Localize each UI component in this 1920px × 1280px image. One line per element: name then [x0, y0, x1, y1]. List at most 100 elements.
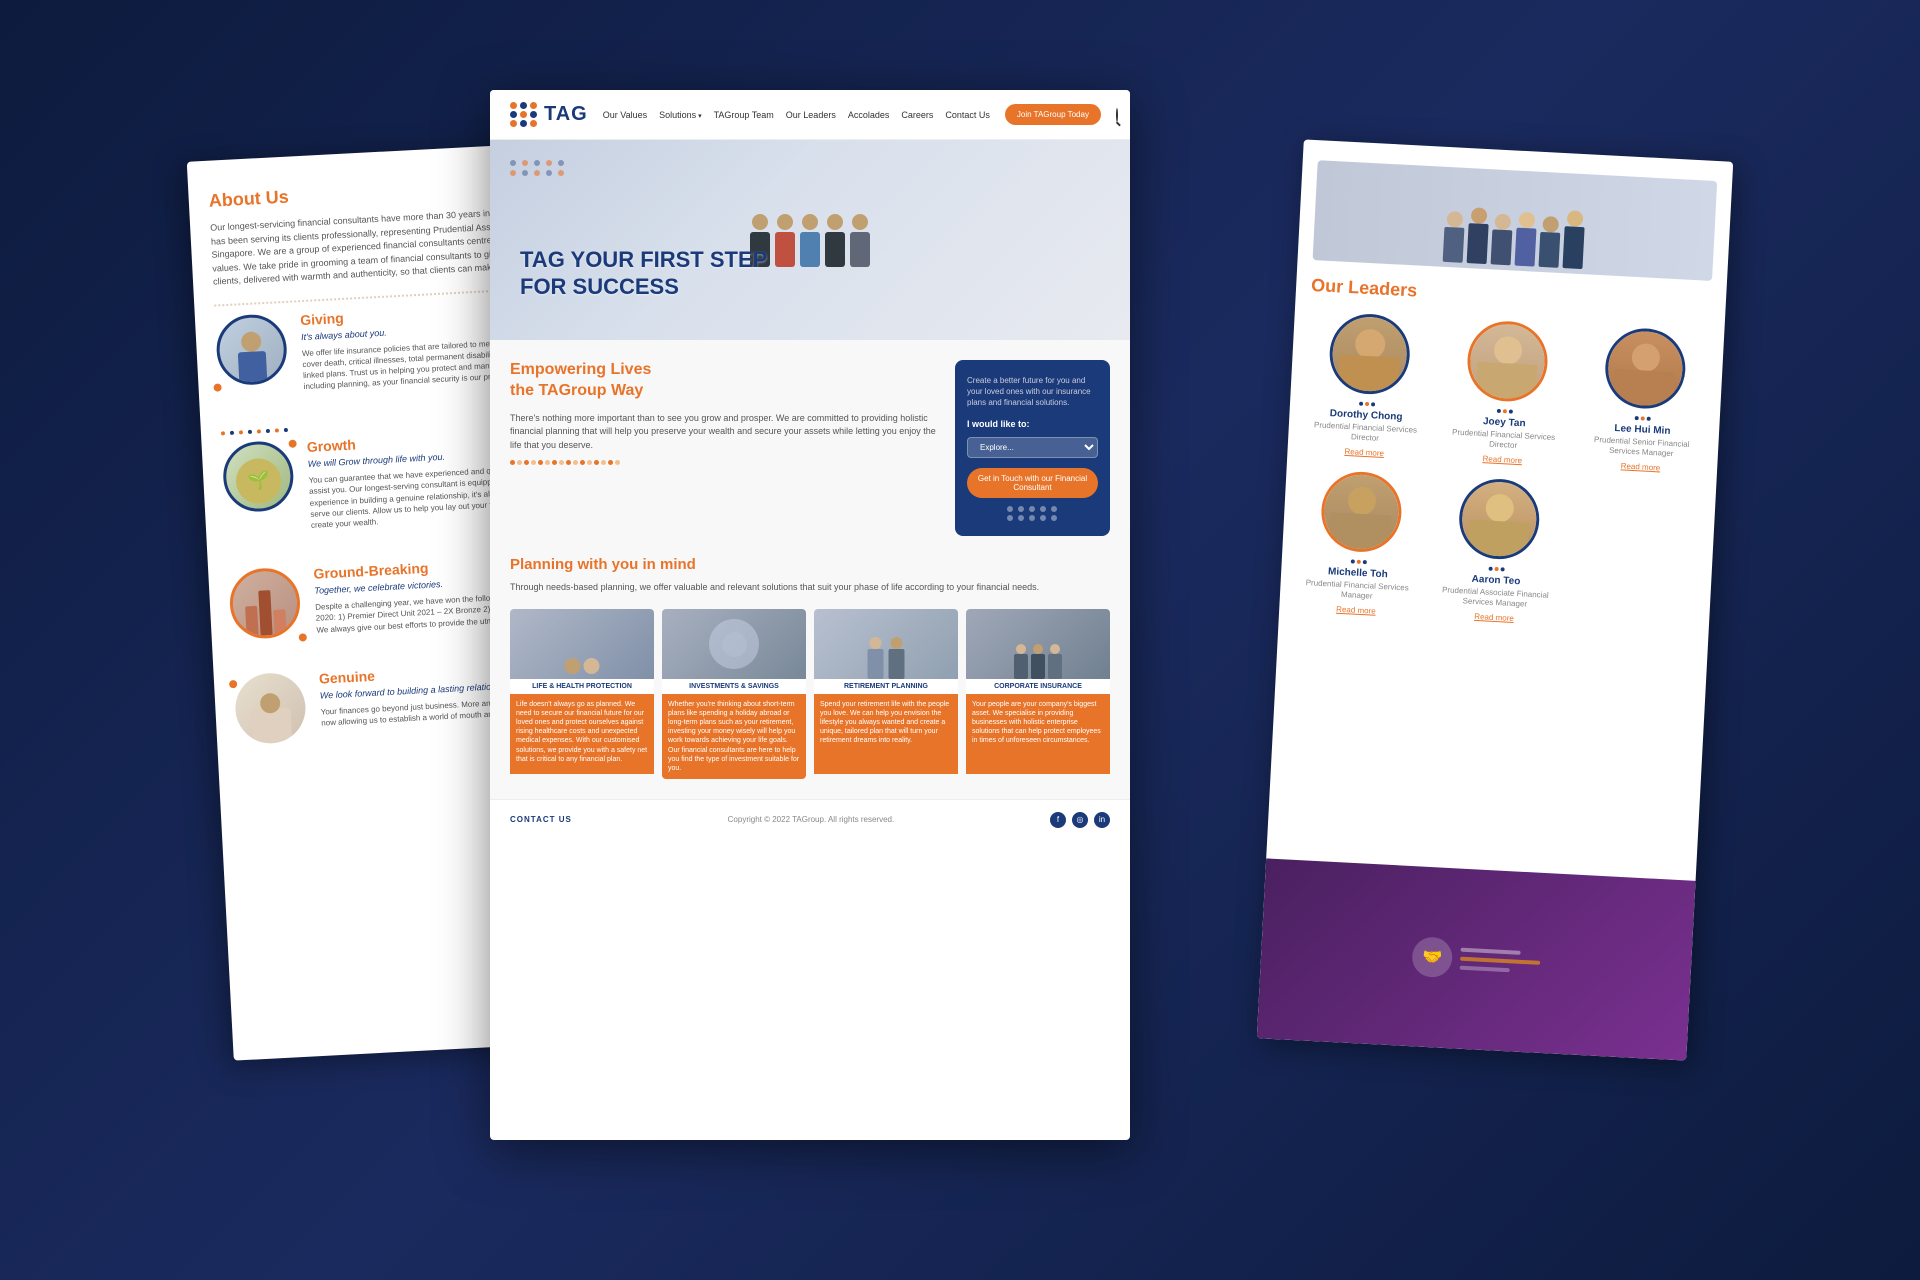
- aaron-title: Prudential Associate Financial Services …: [1433, 585, 1557, 612]
- service-retire-title: RETIREMENT PLANNING: [814, 679, 958, 694]
- genuine-image: [234, 671, 308, 745]
- service-corp-image: [966, 609, 1110, 679]
- emp-dot-decoration: [510, 460, 940, 465]
- explore-dropdown[interactable]: Explore...: [967, 437, 1098, 458]
- service-retire: RETIREMENT PLANNING Spend your retiremen…: [814, 609, 958, 779]
- nav-tagroup-team[interactable]: TAGroup Team: [714, 110, 774, 120]
- copyright-text: Copyright © 2022 TAGroup. All rights res…: [728, 815, 895, 824]
- head: [802, 214, 818, 230]
- dot: [546, 160, 552, 166]
- dot: [510, 160, 516, 166]
- planning-section: Planning with you in mind Through needs-…: [510, 556, 1110, 595]
- right-bottom-section: 🤝: [1257, 858, 1696, 1060]
- card-dot-grid: [967, 506, 1098, 521]
- nav-our-values[interactable]: Our Values: [603, 110, 647, 120]
- logo-dot: [510, 120, 517, 127]
- logo: TAG: [510, 102, 588, 127]
- orange-dot-4: [229, 680, 237, 688]
- head: [852, 214, 868, 230]
- service-corp-title: CORPORATE INSURANCE: [966, 679, 1110, 694]
- dorothy-read-more[interactable]: Read more: [1302, 445, 1426, 460]
- social-icons: f ◎ in: [1050, 812, 1110, 828]
- instagram-icon[interactable]: ◎: [1072, 812, 1088, 828]
- joey-avatar: [1465, 319, 1549, 403]
- service-life: LIFE & HEALTH PROTECTION Life doesn't al…: [510, 609, 654, 779]
- leader-joey: Joey Tan Prudential Financial Services D…: [1441, 318, 1572, 467]
- logo-dot: [510, 111, 517, 118]
- contact-label[interactable]: CONTACT US: [510, 815, 572, 824]
- service-life-title: LIFE & HEALTH PROTECTION: [510, 679, 654, 694]
- service-corp-desc: Your people are your company's biggest a…: [966, 694, 1110, 774]
- dot: [522, 170, 528, 176]
- card-label: I would like to:: [967, 419, 1098, 429]
- dorothy-face: [1330, 315, 1408, 393]
- michelle-avatar: [1319, 470, 1403, 554]
- services-grid: LIFE & HEALTH PROTECTION Life doesn't al…: [510, 609, 1110, 779]
- service-invest: INVESTMENTS & SAVINGS Whether you're thi…: [662, 609, 806, 779]
- aaron-read-more[interactable]: Read more: [1432, 609, 1556, 624]
- dot: [522, 160, 528, 166]
- dot: [546, 170, 552, 176]
- pages-container: About Us Our longest-servicing financial…: [210, 90, 1710, 1190]
- leader-dorothy: Dorothy Chong Prudential Financial Servi…: [1302, 311, 1433, 460]
- empowering-body: There's nothing more important than to s…: [510, 412, 940, 453]
- lee-read-more[interactable]: Read more: [1579, 459, 1703, 474]
- linkedin-icon[interactable]: in: [1094, 812, 1110, 828]
- page-footer: CONTACT US Copyright © 2022 TAGroup. All…: [490, 799, 1130, 840]
- right-page: Our Leaders Dorothy Chong Prudential F: [1257, 139, 1734, 1060]
- navigation: TAG Our Values Solutions TAGroup Team Ou…: [490, 90, 1130, 140]
- hero-text: TAG YOUR FIRST STEP FOR SUCCESS: [520, 247, 767, 300]
- logo-dot: [520, 111, 527, 118]
- service-retire-desc: Spend your retirement life with the peop…: [814, 694, 958, 774]
- lee-avatar: [1604, 327, 1688, 411]
- person-2: [775, 214, 795, 267]
- lee-title: Prudential Senior Financial Services Man…: [1579, 434, 1703, 461]
- body: [850, 232, 870, 267]
- hero-office-scene: [490, 140, 1130, 340]
- logo-dot: [530, 102, 537, 109]
- consultant-button[interactable]: Get in Touch with our Financial Consulta…: [967, 468, 1098, 498]
- service-life-image: [510, 609, 654, 679]
- growth-image: 🌱: [222, 440, 296, 514]
- logo-dot: [510, 102, 517, 109]
- orange-dot-2: [288, 440, 296, 448]
- head: [752, 214, 768, 230]
- joey-read-more[interactable]: Read more: [1441, 452, 1565, 467]
- person-4: [825, 214, 845, 267]
- search-icon[interactable]: [1116, 108, 1118, 122]
- right-page-title: Our Leaders: [1311, 275, 1712, 317]
- logo-text: TAG: [544, 103, 588, 126]
- joey-title: Prudential Financial Services Director: [1441, 427, 1565, 454]
- planning-heading: Planning with you in mind: [510, 556, 1110, 573]
- service-invest-desc: Whether you're thinking about short-term…: [662, 694, 806, 779]
- orange-dot: [213, 383, 221, 391]
- nav-links: Our Values Solutions TAGroup Team Our Le…: [603, 110, 990, 120]
- nav-solutions[interactable]: Solutions: [659, 110, 702, 120]
- aaron-face: [1460, 480, 1538, 558]
- aaron-avatar: [1457, 477, 1541, 561]
- service-invest-title: INVESTMENTS & SAVINGS: [662, 679, 806, 694]
- nav-careers[interactable]: Careers: [901, 110, 933, 120]
- cta-button[interactable]: Join TAGroup Today: [1005, 104, 1101, 125]
- leaders-grid: Dorothy Chong Prudential Financial Servi…: [1294, 311, 1709, 632]
- michelle-read-more[interactable]: Read more: [1294, 602, 1418, 617]
- orange-dot-3: [299, 633, 307, 641]
- right-hero: [1313, 160, 1718, 281]
- nav-contact-us[interactable]: Contact Us: [945, 110, 990, 120]
- groundbreaking-image: [228, 567, 302, 641]
- logo-dots: [510, 102, 538, 127]
- facebook-icon[interactable]: f: [1050, 812, 1066, 828]
- body: [800, 232, 820, 267]
- card-description: Create a better future for you and your …: [967, 375, 1098, 409]
- empowering-heading: Empowering Lives the TAGroup Way: [510, 360, 940, 402]
- lee-face: [1607, 330, 1685, 408]
- empowering-text: Empowering Lives the TAGroup Way There's…: [510, 360, 940, 536]
- person-3: [800, 214, 820, 267]
- michelle-title: Prudential Financial Services Manager: [1295, 577, 1419, 604]
- joey-face: [1469, 322, 1547, 400]
- dorothy-avatar: [1327, 312, 1411, 396]
- giving-image: [215, 312, 289, 386]
- service-retire-image: [814, 609, 958, 679]
- nav-accolades[interactable]: Accolades: [848, 110, 890, 120]
- nav-our-leaders[interactable]: Our Leaders: [786, 110, 836, 120]
